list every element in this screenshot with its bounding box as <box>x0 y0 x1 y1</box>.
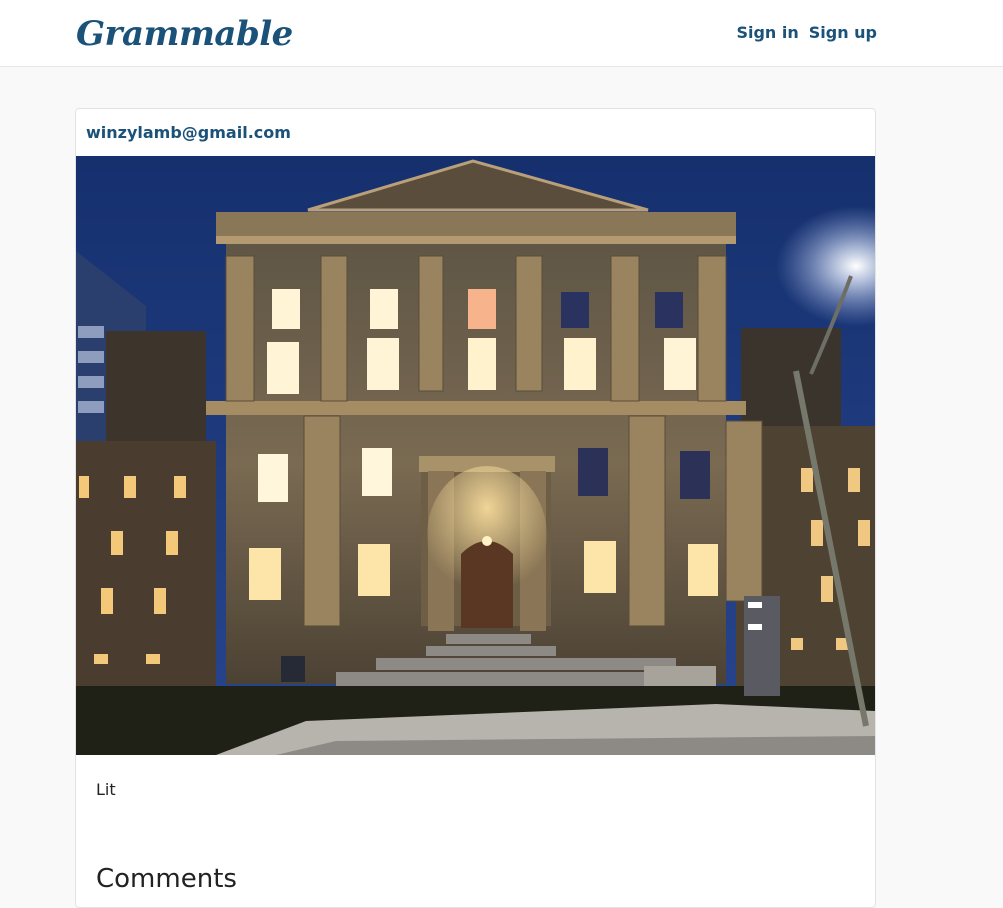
navbar: Grammable Sign in Sign up <box>0 0 1003 67</box>
post-photo <box>76 156 875 755</box>
nav-links: Sign in Sign up <box>736 23 877 42</box>
sign-up-link[interactable]: Sign up <box>809 23 877 42</box>
post-card: winzylamb@gmail.com Lit Comments <box>75 108 876 908</box>
comments-heading: Comments <box>96 864 237 894</box>
brand-logo[interactable]: Grammable <box>76 14 293 54</box>
sign-in-link[interactable]: Sign in <box>736 23 798 42</box>
post-author: winzylamb@gmail.com <box>86 123 291 142</box>
post-caption: Lit <box>96 780 116 799</box>
